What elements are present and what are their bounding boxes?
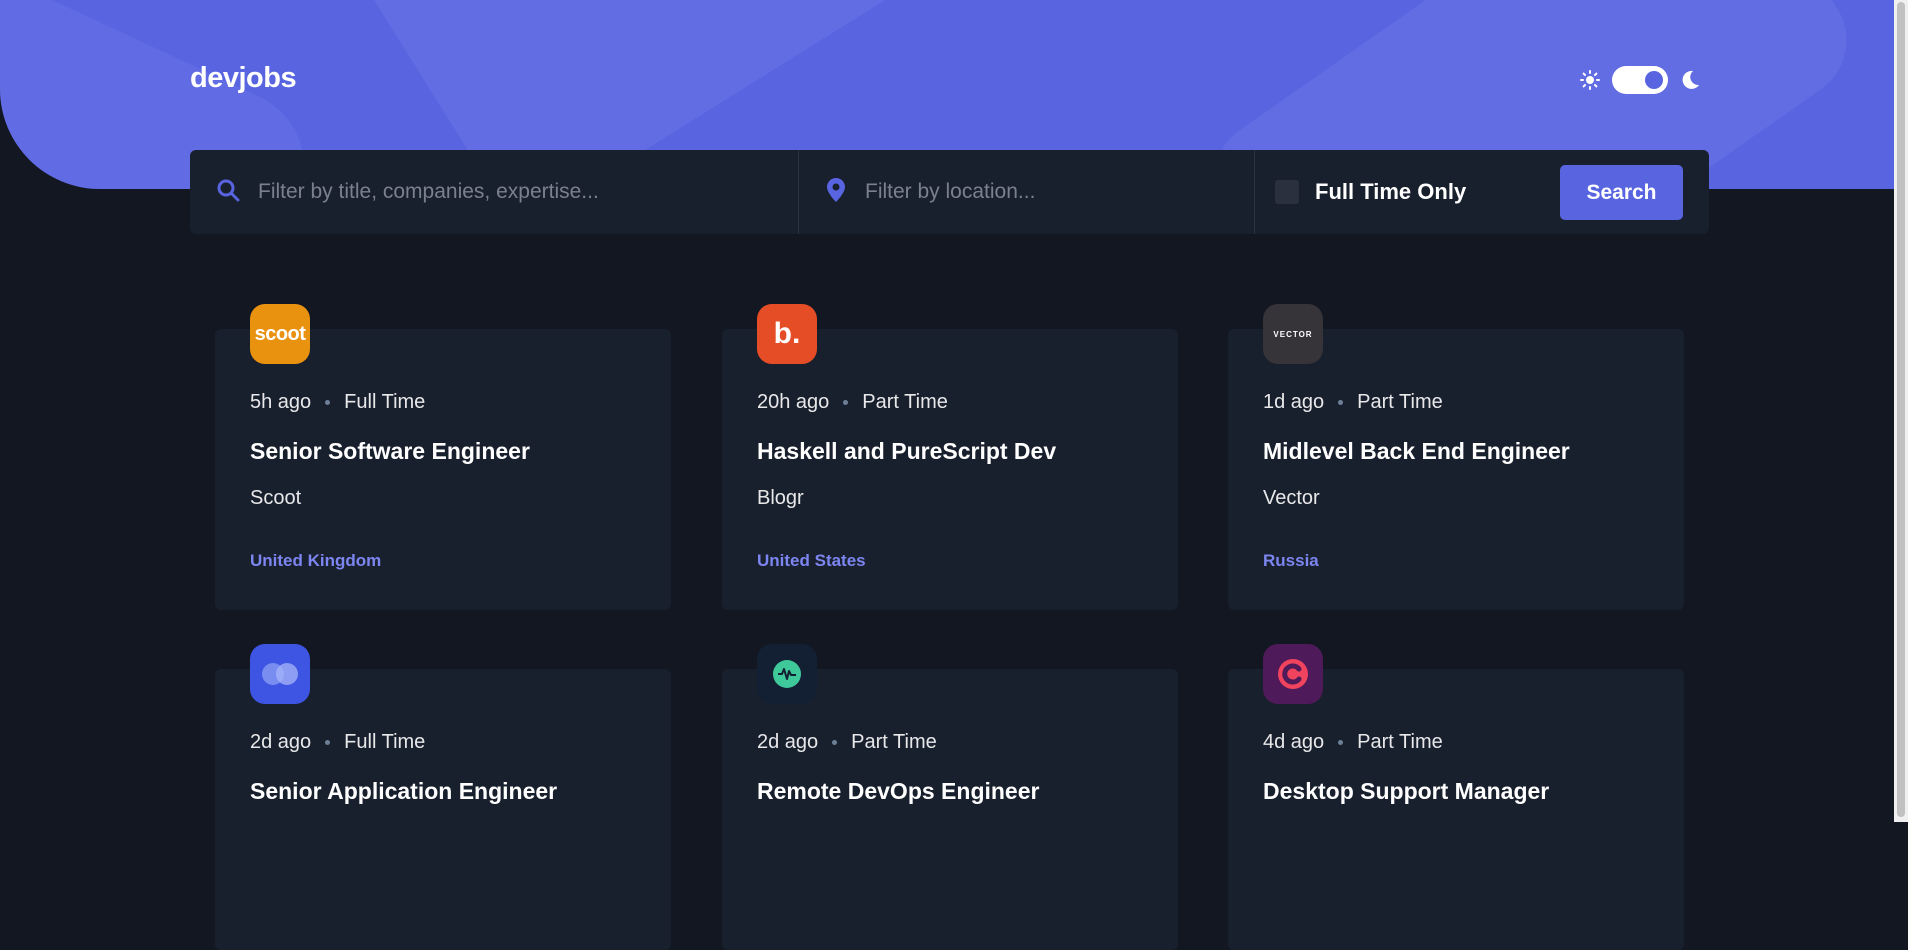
theme-switcher — [1580, 66, 1700, 94]
company-logo: scoot — [250, 304, 310, 364]
contract-type: Part Time — [1357, 731, 1443, 753]
company-name: Scoot — [250, 487, 302, 509]
job-title[interactable]: Desktop Support Manager — [1263, 778, 1549, 805]
job-meta: 4d ago Part Time — [1263, 731, 1443, 754]
scrollbar[interactable] — [1894, 0, 1908, 822]
job-card[interactable]: 4d ago Part Time Desktop Support Manager — [1228, 644, 1684, 950]
job-card[interactable]: b. 20h ago Part Time Haskell and PureScri… — [722, 304, 1178, 610]
full-time-filter: Full Time Only Search — [1255, 150, 1709, 234]
theme-toggle[interactable] — [1612, 66, 1668, 94]
job-card[interactable]: 2d ago Part Time Remote DevOps Engineer — [722, 644, 1178, 950]
contract-type: Full Time — [344, 731, 426, 753]
company-name: Vector — [1263, 487, 1320, 509]
location-search-input[interactable] — [863, 179, 1254, 205]
posted-at: 5h ago — [250, 391, 312, 413]
job-location: United States — [757, 551, 866, 570]
job-title[interactable]: Remote DevOps Engineer — [757, 778, 1039, 805]
moon-icon — [1680, 70, 1700, 90]
search-button[interactable]: Search — [1560, 165, 1683, 220]
job-card[interactable]: 2d ago Full Time Senior Application Engin… — [215, 644, 671, 950]
job-title[interactable]: Midlevel Back End Engineer — [1263, 438, 1570, 465]
sun-icon — [1580, 70, 1600, 90]
contract-type: Full Time — [344, 391, 426, 413]
separator-dot — [843, 400, 849, 405]
full-time-checkbox[interactable] — [1275, 180, 1299, 204]
contract-type: Part Time — [862, 391, 948, 413]
company-logo: b. — [757, 304, 817, 364]
job-title[interactable]: Senior Software Engineer — [250, 438, 530, 465]
separator-dot — [325, 740, 331, 745]
posted-at: 2d ago — [250, 731, 312, 753]
company-name: Blogr — [757, 487, 804, 509]
job-card[interactable]: VECTOR 1d ago Part Time Midlevel Back End… — [1228, 304, 1684, 610]
separator-dot — [1338, 740, 1344, 745]
app-logo[interactable]: devjobs — [190, 62, 297, 95]
job-meta: 1d ago Part Time — [1263, 391, 1443, 414]
job-title[interactable]: Haskell and PureScript Dev — [757, 438, 1056, 465]
job-meta: 2d ago Full Time — [250, 731, 425, 754]
separator-dot — [1338, 400, 1344, 405]
separator-dot — [832, 740, 838, 745]
overlapping-circles-icon — [262, 663, 298, 685]
company-logo — [757, 644, 817, 704]
full-time-label[interactable]: Full Time Only — [1315, 179, 1466, 205]
posted-at: 1d ago — [1263, 391, 1325, 413]
contract-type: Part Time — [1357, 391, 1443, 413]
posted-at: 4d ago — [1263, 731, 1325, 753]
c-letter-icon — [1278, 659, 1308, 689]
title-search-input[interactable] — [256, 179, 680, 205]
posted-at: 2d ago — [757, 731, 819, 753]
contract-type: Part Time — [851, 731, 937, 753]
job-location: United Kingdom — [250, 551, 382, 570]
job-meta: 5h ago Full Time — [250, 391, 425, 414]
toggle-knob — [1645, 71, 1663, 89]
company-logo — [1263, 644, 1323, 704]
title-filter — [190, 150, 799, 234]
separator-dot — [325, 400, 331, 405]
job-card[interactable]: scoot 5h ago Full Time Senior Software En… — [215, 304, 671, 610]
search-icon — [216, 178, 240, 207]
pulse-icon — [773, 660, 801, 688]
scrollbar-thumb[interactable] — [1897, 2, 1905, 817]
job-meta: 2d ago Part Time — [757, 731, 937, 754]
job-title[interactable]: Senior Application Engineer — [250, 778, 557, 805]
location-filter — [799, 150, 1255, 234]
company-logo — [250, 644, 310, 704]
search-bar: Full Time Only Search — [190, 150, 1709, 234]
posted-at: 20h ago — [757, 391, 830, 413]
job-location: Russia — [1263, 551, 1319, 570]
location-pin-icon — [827, 177, 845, 207]
job-meta: 20h ago Part Time — [757, 391, 948, 414]
company-logo: VECTOR — [1263, 304, 1323, 364]
